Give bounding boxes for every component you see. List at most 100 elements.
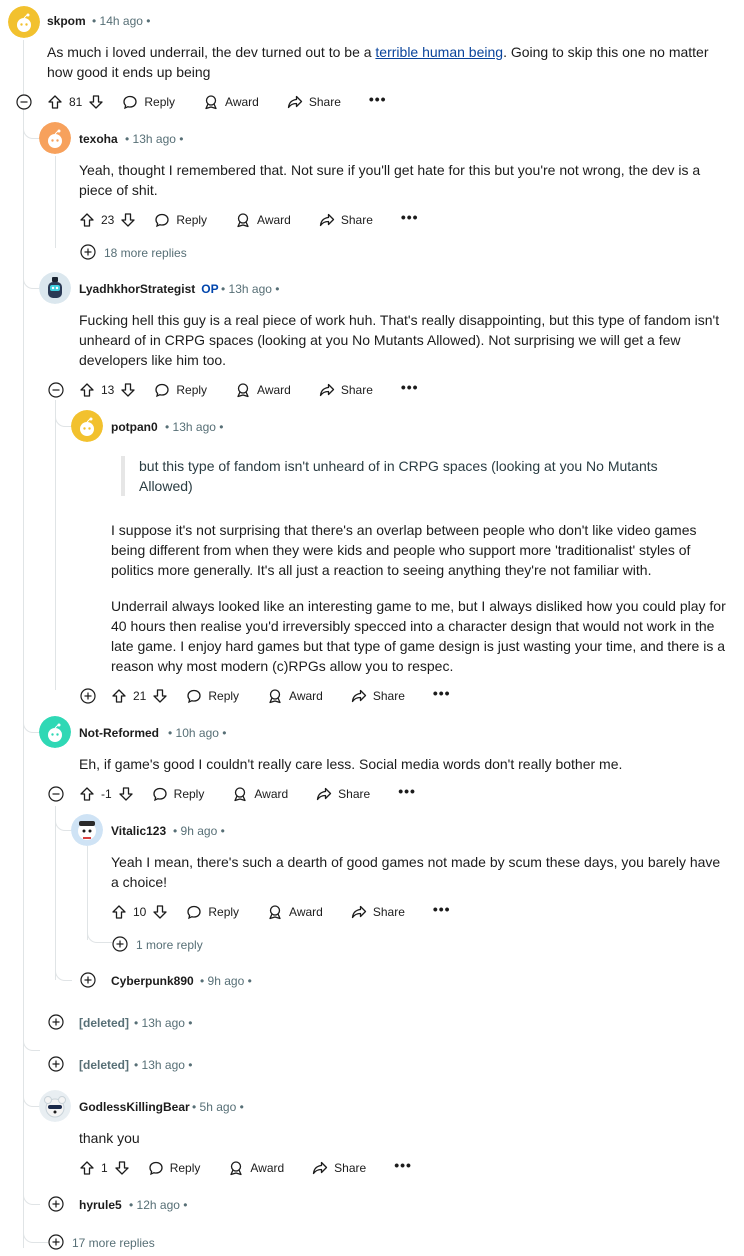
upvote-icon[interactable] [111, 904, 127, 920]
expand-icon[interactable] [48, 1056, 64, 1072]
award-icon [232, 786, 248, 802]
expand-icon[interactable] [112, 936, 128, 952]
timestamp: • 14h ago • [92, 14, 151, 28]
reply-button[interactable]: Reply [122, 94, 175, 110]
username[interactable]: skpom [47, 14, 86, 28]
comment-actions: 13 Reply Award Share ••• [79, 380, 447, 400]
avatar[interactable] [71, 410, 103, 442]
overflow-icon[interactable]: ••• [433, 686, 451, 700]
reply-button[interactable]: Reply [148, 1160, 200, 1176]
downvote-icon[interactable] [114, 1160, 130, 1176]
share-button[interactable]: Share [319, 382, 373, 398]
expand-icon[interactable] [80, 244, 96, 260]
share-icon [319, 382, 335, 398]
downvote-icon[interactable] [120, 382, 136, 398]
overflow-icon[interactable]: ••• [369, 92, 387, 106]
thread-curve [23, 240, 40, 289]
share-button[interactable]: Share [287, 94, 341, 110]
avatar[interactable] [39, 122, 71, 154]
upvote-icon[interactable] [79, 1160, 95, 1176]
downvote-icon[interactable] [88, 94, 104, 110]
thread-curve [23, 1220, 48, 1243]
username[interactable]: potpan0 [111, 420, 158, 434]
timestamp: • 13h ago • [134, 1016, 193, 1030]
collapse-icon[interactable] [16, 94, 32, 110]
avatar[interactable] [39, 272, 71, 304]
award-button[interactable]: Award [203, 94, 259, 110]
share-button[interactable]: Share [351, 904, 405, 920]
expand-icon[interactable] [48, 1014, 64, 1030]
share-button[interactable]: Share [351, 688, 405, 704]
share-button[interactable]: Share [319, 212, 373, 228]
overflow-icon[interactable]: ••• [401, 380, 419, 394]
username[interactable]: Not-Reformed [79, 726, 159, 740]
comment-actions: 21 Reply Award Share ••• [111, 686, 479, 706]
award-button[interactable]: Award [235, 212, 291, 228]
username[interactable]: texoha [79, 132, 118, 146]
upvote-icon[interactable] [79, 786, 95, 802]
award-icon [203, 94, 219, 110]
upvote-icon[interactable] [111, 688, 127, 704]
downvote-icon[interactable] [118, 786, 134, 802]
thread-curve [23, 1172, 40, 1205]
downvote-icon[interactable] [120, 212, 136, 228]
comment-actions: 81 Reply Award Share ••• [47, 92, 415, 112]
username[interactable]: Cyberpunk890 [111, 974, 194, 988]
reply-button[interactable]: Reply [186, 904, 239, 920]
thread-curve [23, 1030, 40, 1051]
avatar[interactable] [39, 1090, 71, 1122]
avatar[interactable] [8, 6, 40, 38]
overflow-icon[interactable]: ••• [398, 784, 416, 798]
overflow-icon[interactable]: ••• [401, 210, 419, 224]
reply-button[interactable]: Reply [154, 382, 207, 398]
more-replies-link[interactable]: 1 more reply [136, 938, 203, 952]
overflow-icon[interactable]: ••• [394, 1158, 412, 1172]
username[interactable]: GodlessKillingBear [79, 1100, 190, 1114]
reply-button[interactable]: Reply [154, 212, 207, 228]
username[interactable]: hyrule5 [79, 1198, 122, 1212]
share-button[interactable]: Share [316, 786, 370, 802]
reply-button[interactable]: Reply [186, 688, 239, 704]
upvote-icon[interactable] [79, 382, 95, 398]
avatar[interactable] [39, 716, 71, 748]
comment-body: Yeah, thought I remembered that. Not sur… [79, 162, 701, 198]
downvote-icon[interactable] [152, 904, 168, 920]
share-icon [312, 1160, 328, 1176]
expand-icon[interactable] [80, 972, 96, 988]
reply-icon [154, 382, 170, 398]
expand-icon[interactable] [80, 688, 96, 704]
timestamp: • 13h ago • [125, 132, 184, 146]
thread-line [55, 156, 56, 248]
username[interactable]: LyadhkhorStrategist OP [79, 282, 219, 296]
reply-icon [186, 688, 202, 704]
timestamp: • 9h ago • [200, 974, 252, 988]
thread-curve [23, 112, 40, 139]
collapse-icon[interactable] [48, 786, 64, 802]
upvote-icon[interactable] [47, 94, 63, 110]
thread-curve [23, 700, 40, 733]
expand-icon[interactable] [48, 1196, 64, 1212]
upvote-icon[interactable] [79, 212, 95, 228]
downvote-icon[interactable] [152, 688, 168, 704]
comment-body: Underrail always looked like an interest… [111, 598, 726, 674]
share-icon [287, 94, 303, 110]
comment-body: Eh, if game's good I couldn't really car… [79, 756, 623, 772]
award-button[interactable]: Award [267, 688, 323, 704]
collapse-icon[interactable] [48, 382, 64, 398]
share-icon [316, 786, 332, 802]
reply-icon [186, 904, 202, 920]
more-replies-link[interactable]: 18 more replies [104, 246, 187, 260]
overflow-icon[interactable]: ••• [433, 902, 451, 916]
award-button[interactable]: Award [235, 382, 291, 398]
more-replies-link[interactable]: 17 more replies [72, 1236, 155, 1250]
username[interactable]: Vitalic123 [111, 824, 166, 838]
award-button[interactable]: Award [267, 904, 323, 920]
award-button[interactable]: Award [228, 1160, 284, 1176]
comment-body: thank you [79, 1130, 140, 1146]
comment-link[interactable]: terrible human being [375, 44, 503, 60]
reply-button[interactable]: Reply [152, 786, 204, 802]
award-button[interactable]: Award [232, 786, 288, 802]
avatar[interactable] [71, 814, 103, 846]
share-button[interactable]: Share [312, 1160, 366, 1176]
expand-icon[interactable] [48, 1234, 64, 1250]
